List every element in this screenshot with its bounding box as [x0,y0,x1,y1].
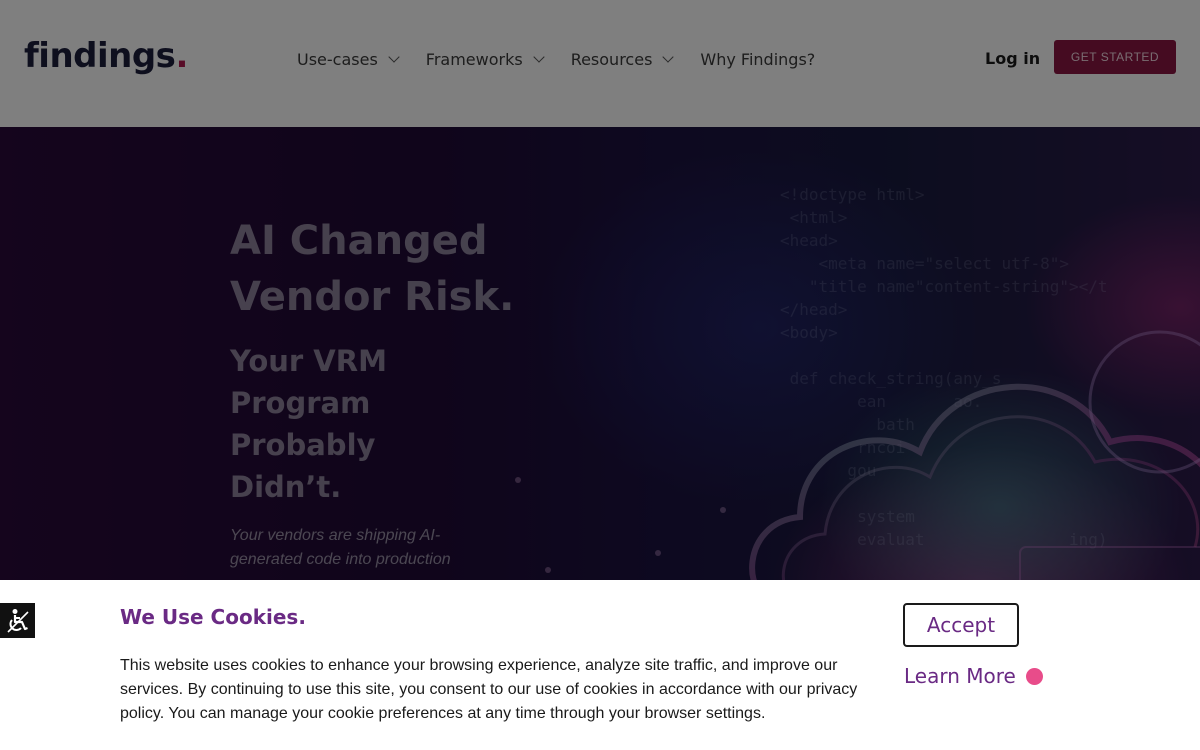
cookie-banner-text: This website uses cookies to enhance you… [120,657,858,722]
learn-more-link[interactable]: Learn More [904,664,1043,688]
pink-dot-icon [1025,667,1043,685]
cookie-banner: We Use Cookies. This website uses cookie… [0,580,1200,750]
learn-more-label: Learn More [904,664,1016,688]
wheelchair-icon [6,608,29,633]
cookie-banner-title: We Use Cookies. [120,605,306,629]
accept-cookies-button[interactable]: Accept [903,603,1019,647]
accessibility-button[interactable] [0,603,35,638]
